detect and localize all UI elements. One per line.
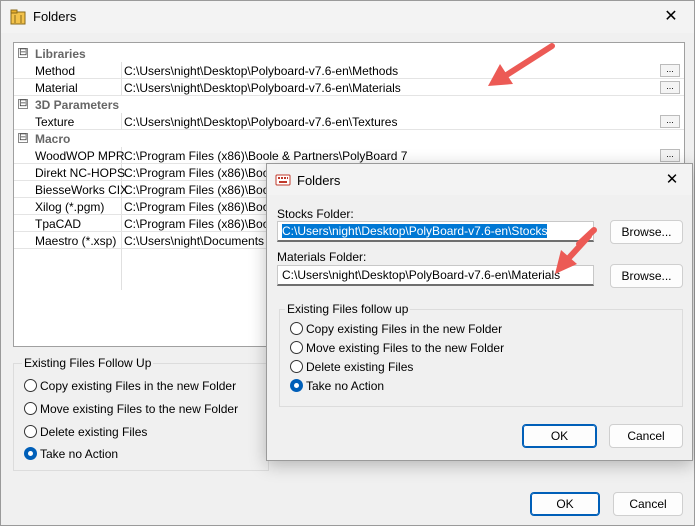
category-label: Macro bbox=[35, 132, 71, 146]
materials-folder-value: C:\Users\night\Desktop\PolyBoard-v7.6-en… bbox=[282, 268, 561, 282]
grid-row-material[interactable]: Material C:\Users\night\Desktop\Polyboar… bbox=[14, 79, 684, 96]
category-label: 3D Parameters bbox=[35, 98, 120, 112]
radio-move-files[interactable]: Move existing Files to the new Folder bbox=[290, 341, 504, 359]
stocks-folder-label: Stocks Folder: bbox=[277, 207, 354, 221]
browse-materials-button[interactable]: Browse... bbox=[610, 264, 683, 288]
dialog-cancel-button[interactable]: Cancel bbox=[609, 424, 683, 448]
property-name: Material bbox=[35, 81, 78, 95]
radio-label: Take no Action bbox=[40, 447, 119, 461]
property-value[interactable]: C:\Users\night\Desktop\Polyboard-v7.6-en… bbox=[124, 64, 398, 78]
property-value[interactable]: C:\Program Files (x86)\Boole & Partners\… bbox=[124, 149, 407, 163]
radio-label: Copy existing Files in the new Folder bbox=[40, 379, 237, 393]
radio-circle[interactable] bbox=[24, 379, 37, 393]
property-name: BiesseWorks CIX bbox=[35, 183, 129, 197]
property-value[interactable]: C:\Users\night\Documents bbox=[124, 234, 264, 248]
browse-stocks-button[interactable]: Browse... bbox=[610, 220, 683, 244]
radio-circle[interactable] bbox=[290, 322, 303, 336]
cancel-button[interactable]: Cancel bbox=[613, 492, 683, 516]
dialog-title-bar: Folders ✕ bbox=[267, 164, 692, 195]
category-libraries[interactable]: ⊟ Libraries bbox=[14, 45, 684, 62]
radio-copy-files[interactable]: Copy existing Files in the new Folder bbox=[290, 322, 502, 340]
property-name: Xilog (*.pgm) bbox=[35, 200, 105, 214]
followup-group: Existing Files Follow Up Copy existing F… bbox=[13, 356, 269, 471]
radio-circle-selected[interactable] bbox=[290, 379, 303, 393]
radio-circle[interactable] bbox=[290, 341, 303, 355]
category-label: Libraries bbox=[35, 47, 86, 61]
grid-row-method[interactable]: Method C:\Users\night\Desktop\Polyboard-… bbox=[14, 62, 684, 79]
collapse-toggle-icon[interactable]: ⊟ bbox=[18, 99, 28, 109]
materials-folder-field[interactable]: C:\Users\night\Desktop\PolyBoard-v7.6-en… bbox=[277, 265, 594, 286]
folders-app-icon bbox=[10, 9, 26, 25]
radio-circle[interactable] bbox=[24, 402, 37, 416]
window-title: Folders bbox=[33, 9, 77, 24]
materials-folder-label: Materials Folder: bbox=[277, 250, 367, 264]
radio-label: Delete existing Files bbox=[306, 360, 414, 374]
group-legend: Existing Files Follow Up bbox=[22, 356, 154, 370]
property-name: Maestro (*.xsp) bbox=[35, 234, 117, 248]
radio-label: Move existing Files to the new Folder bbox=[40, 402, 239, 416]
collapse-toggle-icon[interactable]: ⊟ bbox=[18, 48, 28, 58]
radio-delete-files[interactable]: Delete existing Files bbox=[24, 425, 147, 443]
followup-group: Existing Files follow up Copy existing F… bbox=[279, 302, 683, 407]
category-3d-parameters[interactable]: ⊟ 3D Parameters bbox=[14, 96, 684, 113]
stocks-folder-field[interactable]: C:\Users\night\Desktop\PolyBoard-v7.6-en… bbox=[277, 221, 594, 242]
radio-label: Delete existing Files bbox=[40, 425, 148, 439]
ellipsis-button[interactable]: ... bbox=[660, 64, 680, 77]
close-icon[interactable]: ✕ bbox=[652, 164, 692, 195]
ellipsis-button[interactable]: ... bbox=[660, 81, 680, 94]
ok-button[interactable]: OK bbox=[530, 492, 600, 516]
dialog-title: Folders bbox=[297, 173, 341, 188]
radio-label: Take no Action bbox=[306, 379, 385, 393]
radio-delete-files[interactable]: Delete existing Files bbox=[290, 360, 413, 378]
category-macro[interactable]: ⊟ Macro bbox=[14, 130, 684, 147]
property-name: Method bbox=[35, 64, 76, 78]
property-value[interactable]: C:\Users\night\Desktop\Polyboard-v7.6-en… bbox=[124, 81, 401, 95]
radio-take-no-action[interactable]: Take no Action bbox=[290, 379, 384, 397]
radio-move-files[interactable]: Move existing Files to the new Folder bbox=[24, 402, 238, 420]
property-value[interactable]: C:\Program Files (x86)\Boole bbox=[124, 217, 279, 231]
close-icon[interactable]: ✕ bbox=[648, 1, 694, 33]
radio-circle[interactable] bbox=[24, 425, 37, 439]
keyboard-icon bbox=[275, 174, 291, 186]
property-name: WoodWOP MPR bbox=[35, 149, 125, 163]
property-value[interactable]: C:\Program Files (x86)\Boole bbox=[124, 200, 279, 214]
radio-copy-files[interactable]: Copy existing Files in the new Folder bbox=[24, 379, 236, 397]
property-name: TpaCAD bbox=[35, 217, 82, 231]
property-name: Direkt NC-HOPS bbox=[35, 166, 126, 180]
property-value[interactable]: C:\Users\night\Desktop\Polyboard-v7.6-en… bbox=[124, 115, 397, 129]
radio-circle[interactable] bbox=[290, 360, 303, 374]
ellipsis-button[interactable]: ... bbox=[660, 115, 680, 128]
grid-row-woodwop[interactable]: WoodWOP MPR C:\Program Files (x86)\Boole… bbox=[14, 147, 684, 164]
dialog-ok-button[interactable]: OK bbox=[522, 424, 597, 448]
stocks-folder-value: C:\Users\night\Desktop\PolyBoard-v7.6-en… bbox=[282, 224, 548, 238]
radio-label: Copy existing Files in the new Folder bbox=[306, 322, 503, 336]
radio-take-no-action[interactable]: Take no Action bbox=[24, 447, 118, 465]
group-legend: Existing Files follow up bbox=[285, 302, 411, 316]
folders-subdialog: Folders ✕ Stocks Folder: C:\Users\night\… bbox=[266, 163, 693, 461]
collapse-toggle-icon[interactable]: ⊟ bbox=[18, 133, 28, 143]
radio-label: Move existing Files to the new Folder bbox=[306, 341, 505, 355]
property-value[interactable]: C:\Program Files (x86)\Boole bbox=[124, 166, 279, 180]
ellipsis-button[interactable]: ... bbox=[660, 149, 680, 162]
property-value[interactable]: C:\Program Files (x86)\Boole bbox=[124, 183, 279, 197]
grid-row-texture[interactable]: Texture C:\Users\night\Desktop\Polyboard… bbox=[14, 113, 684, 130]
property-name: Texture bbox=[35, 115, 75, 129]
title-bar: Folders ✕ bbox=[1, 1, 694, 33]
radio-circle-selected[interactable] bbox=[24, 447, 37, 461]
